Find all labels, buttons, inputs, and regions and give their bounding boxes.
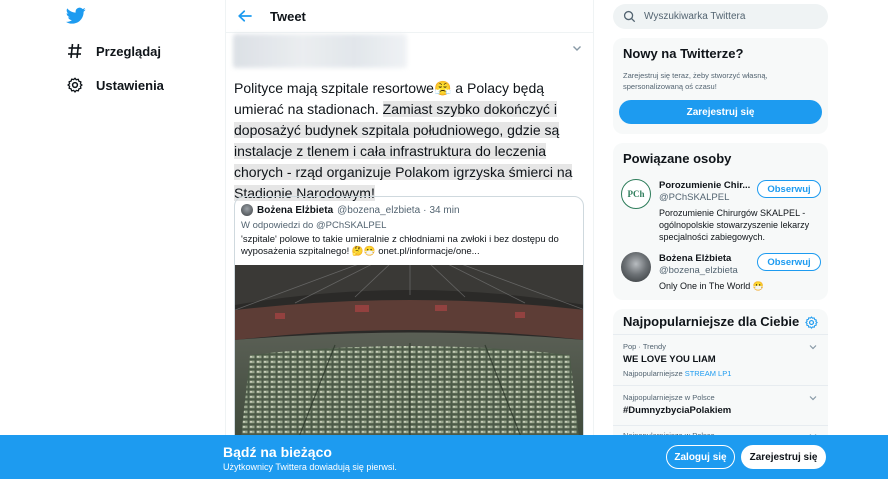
gear-icon[interactable] bbox=[805, 316, 818, 329]
divider bbox=[613, 385, 828, 386]
trend-item[interactable]: Najpopularniejsze w Polsce #DumnyzbyciaP… bbox=[623, 393, 818, 416]
nav-item-label: Ustawienia bbox=[96, 77, 164, 93]
nav-item-settings[interactable]: Ustawienia bbox=[66, 73, 164, 97]
search-icon bbox=[623, 10, 636, 23]
nav-item-explore[interactable]: Przeglądaj bbox=[66, 39, 161, 63]
emoji: 😤 bbox=[433, 80, 452, 96]
card-title: Najpopularniejsze dla Ciebie bbox=[623, 314, 800, 329]
banner-title: Bądź na bieżąco bbox=[223, 444, 332, 460]
quote-text: 'szpitale' polowe to takie umieralnie z … bbox=[241, 234, 559, 257]
divider bbox=[613, 425, 828, 426]
left-navigation: Przeglądaj Ustawienia bbox=[0, 0, 225, 479]
person-handle: @PChSKALPEL bbox=[659, 192, 730, 203]
trends-card: Najpopularniejsze dla Ciebie Pop · Trend… bbox=[613, 309, 828, 449]
person-name[interactable]: Bożena Elżbieta bbox=[659, 253, 731, 264]
search-placeholder: Wyszukiwarka Twittera bbox=[644, 11, 746, 22]
quoted-tweet[interactable]: Bożena Elżbieta @bozena_elzbieta · 34 mi… bbox=[234, 196, 584, 446]
divider bbox=[613, 334, 828, 335]
chevron-down-icon[interactable] bbox=[571, 42, 583, 54]
person-name[interactable]: Porozumienie Chir... bbox=[659, 180, 750, 191]
trend-sub-tag[interactable]: STREAM LP1 bbox=[685, 369, 732, 378]
banner-subtitle: Użytkownicy Twittera dowiadują się pierw… bbox=[223, 462, 397, 472]
trend-subtitle: Najpopularniejsze STREAM LP1 bbox=[623, 369, 818, 378]
separator: · bbox=[423, 204, 427, 216]
register-button[interactable]: Zarejestruj się bbox=[741, 445, 826, 469]
trend-meta: Najpopularniejsze w Polsce bbox=[623, 393, 715, 402]
avatar bbox=[241, 204, 253, 216]
person-bio: Porozumienie Chirurgów SKALPEL - ogólnop… bbox=[659, 208, 810, 242]
signup-banner: Bądź na bieżąco Użytkownicy Twittera dow… bbox=[0, 435, 888, 479]
card-title: Powiązane osoby bbox=[623, 151, 732, 166]
trend-name: WE LOVE YOU LIAM bbox=[623, 354, 716, 365]
follow-button[interactable]: Obserwuj bbox=[757, 253, 821, 271]
avatar[interactable]: PCh bbox=[621, 179, 651, 209]
chevron-down-icon[interactable] bbox=[808, 342, 818, 352]
back-arrow-icon[interactable] bbox=[238, 7, 256, 25]
card-description: Zarejestruj się teraz, żeby stworzyć wła… bbox=[623, 71, 768, 91]
quote-time: 34 min bbox=[429, 204, 460, 216]
quote-author-handle: @bozena_elzbieta bbox=[337, 204, 421, 216]
new-to-twitter-card: Nowy na Twitterze? Zarejestruj się teraz… bbox=[613, 38, 828, 134]
follow-button[interactable]: Obserwuj bbox=[757, 180, 821, 198]
tweet-author[interactable] bbox=[233, 34, 407, 68]
trend-meta: Pop · Trendy bbox=[623, 342, 666, 351]
avatar[interactable] bbox=[621, 252, 651, 282]
chevron-down-icon[interactable] bbox=[808, 393, 818, 403]
nav-item-label: Przeglądaj bbox=[96, 43, 162, 59]
search-input[interactable]: Wyszukiwarka Twittera bbox=[613, 4, 828, 29]
signup-button[interactable]: Zarejestruj się bbox=[619, 100, 822, 124]
page-title: Tweet bbox=[270, 8, 306, 24]
login-button[interactable]: Zaloguj się bbox=[666, 445, 735, 469]
twitter-bird-icon[interactable] bbox=[66, 7, 86, 25]
quote-reply-to: W odpowiedzi do @PChSKALPEL bbox=[241, 220, 387, 231]
quote-author-name: Bożena Elżbieta bbox=[257, 204, 334, 216]
avatar-label: PCh bbox=[627, 189, 645, 199]
person-bio: Only One in The World 😷 bbox=[659, 281, 764, 291]
person-handle: @bozena_elzbieta bbox=[659, 265, 738, 276]
main-column: Tweet Polityce mają szpitale resortowe😤 … bbox=[225, 0, 594, 479]
right-sidebar: Wyszukiwarka Twittera Nowy na Twitterze?… bbox=[605, 0, 888, 479]
quote-image[interactable] bbox=[235, 265, 584, 446]
tweet-text: Polityce mają szpitale resortowe😤 a Pola… bbox=[234, 78, 579, 204]
trend-name: #DumnyzbyciaPolakiem bbox=[623, 405, 732, 416]
gear-icon bbox=[66, 76, 84, 94]
quote-header: Bożena Elżbieta @bozena_elzbieta · 34 mi… bbox=[241, 204, 460, 216]
hashtag-icon bbox=[66, 42, 84, 60]
tweet-header: Tweet bbox=[226, 0, 593, 33]
blurred-author-block bbox=[233, 34, 407, 68]
card-title: Nowy na Twitterze? bbox=[623, 46, 744, 61]
trend-item[interactable]: Pop · Trendy WE LOVE YOU LIAM Najpopular… bbox=[623, 342, 818, 378]
tweet-text-plain: Polityce mają szpitale resortowe bbox=[234, 80, 434, 96]
trend-sub-prefix: Najpopularniejsze bbox=[623, 369, 683, 378]
related-people-card: Powiązane osoby PCh Porozumienie Chir...… bbox=[613, 143, 828, 300]
